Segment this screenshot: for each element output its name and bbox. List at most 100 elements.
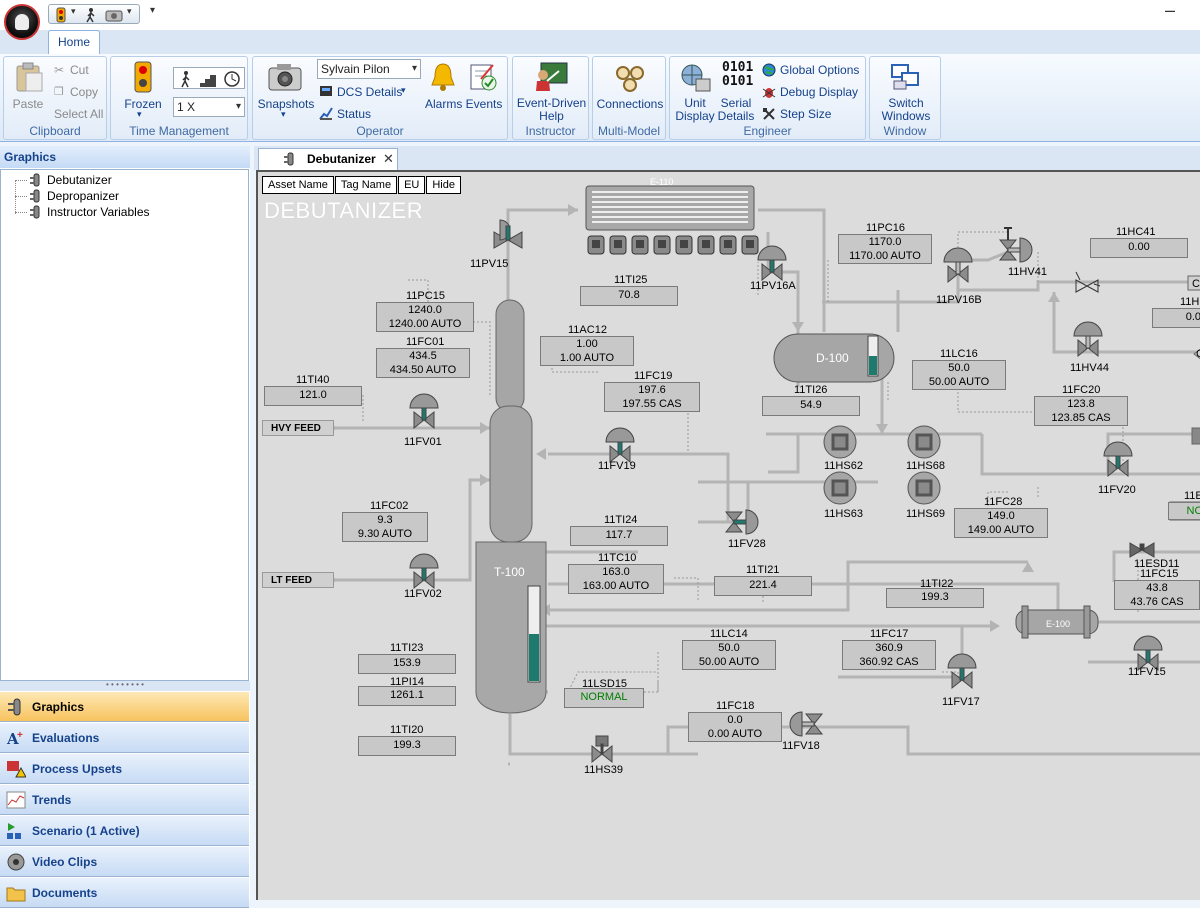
minimize-button[interactable]: – [1140, 0, 1200, 28]
motor-tag[interactable]: 11HS62 [824, 460, 863, 472]
valve-tag[interactable]: 11FV18 [782, 740, 820, 752]
hide-button[interactable]: Hide [426, 176, 461, 194]
valve-tag[interactable]: 11FV17 [942, 696, 980, 708]
nav-trends[interactable]: Trends [0, 785, 249, 815]
stairs-icon[interactable] [199, 70, 217, 88]
point-faceplate[interactable]: 123.8 123.85 CAS [1034, 396, 1128, 426]
valve-tag[interactable]: 11FV19 [598, 460, 636, 472]
traffic-light-icon[interactable] [53, 7, 69, 23]
point-value[interactable]: 121.0 [264, 386, 362, 406]
valve-tag[interactable]: 11PV15 [470, 258, 508, 270]
chevron-down-icon[interactable]: ▾ [127, 6, 132, 17]
tree-item-depropanizer[interactable]: Depropanizer [15, 188, 119, 204]
motor-tag[interactable]: 11HS63 [824, 508, 863, 520]
dcs-details-button[interactable]: DCS Details [337, 85, 402, 99]
point-value[interactable]: 70.8 [580, 286, 678, 306]
point-value[interactable]: 199.3 [358, 736, 456, 756]
camera-icon[interactable] [105, 7, 123, 23]
select-all-button[interactable]: Select All [54, 107, 103, 121]
valve-tag[interactable]: 11HV44 [1070, 362, 1109, 374]
events-button[interactable]: Events [465, 97, 503, 111]
point-faceplate[interactable]: 197.6 197.55 CAS [604, 382, 700, 412]
point-faceplate[interactable]: 1170.0 1170.00 AUTO [838, 234, 932, 264]
event-driven-help-button[interactable]: Event-Driven Help [515, 97, 588, 123]
panel-splitter[interactable]: • • • • • • • • [0, 681, 250, 691]
user-select[interactable]: Sylvain Pilon [317, 59, 421, 79]
unit-display-button[interactable]: Unit Display [674, 97, 716, 123]
global-options-button[interactable]: Global Options [780, 63, 859, 77]
debug-display-button[interactable]: Debug Display [780, 85, 858, 99]
motor-tag[interactable]: 11HS69 [906, 508, 945, 520]
switch-windows-button[interactable]: Switch Windows [872, 97, 940, 123]
point-faceplate[interactable]: 163.0 163.00 AUTO [568, 564, 664, 594]
valve-tag[interactable]: 11HV41 [1008, 266, 1047, 278]
valve-tag[interactable]: 11FV01 [404, 436, 442, 448]
tab-debutanizer[interactable]: Debutanizer ✕ [258, 148, 398, 170]
point-faceplate[interactable]: 50.0 50.00 AUTO [912, 360, 1006, 390]
point-value[interactable]: 199.3 [886, 588, 984, 608]
close-icon[interactable]: ✕ [383, 149, 394, 169]
point-faceplate[interactable]: 149.0 149.00 AUTO [954, 508, 1048, 538]
valve-tag[interactable]: 11HS39 [584, 764, 623, 776]
frozen-button[interactable]: Frozen [123, 97, 163, 111]
status-button[interactable]: Status [337, 107, 371, 121]
point-value[interactable]: 221.4 [714, 576, 812, 596]
point-faceplate[interactable]: 50.0 50.00 AUTO [682, 640, 776, 670]
point-value[interactable]: 153.9 [358, 654, 456, 674]
asset-name-button[interactable]: Asset Name [262, 176, 334, 194]
motor-tag[interactable]: 11HS68 [906, 460, 945, 472]
eu-button[interactable]: EU [398, 176, 426, 194]
alarms-button[interactable]: Alarms [425, 97, 462, 111]
nav-process-upsets[interactable]: Process Upsets [0, 754, 249, 784]
cut-button[interactable]: Cut [70, 63, 89, 77]
point-value[interactable]: 54.9 [762, 396, 860, 416]
point-faceplate[interactable]: 1.00 1.00 AUTO [540, 336, 634, 366]
point-faceplate[interactable]: 9.3 9.30 AUTO [342, 512, 428, 542]
column-t100[interactable] [475, 299, 547, 714]
valve-tag[interactable]: 11PV16B [936, 294, 982, 306]
valve-tag[interactable]: 11FV20 [1098, 484, 1136, 496]
tag-name-button[interactable]: Tag Name [334, 176, 398, 194]
point-faceplate[interactable]: 1240.0 1240.00 AUTO [376, 302, 474, 332]
point-faceplate[interactable]: 360.9 360.92 CAS [842, 640, 936, 670]
connections-button[interactable]: Connections [595, 97, 665, 111]
chevron-down-icon[interactable]: ▾ [281, 109, 286, 120]
qat-group[interactable]: ▾ ▾ [48, 4, 140, 24]
point-faceplate[interactable]: 0.0 0.00 AUTO [688, 712, 782, 742]
walk-icon[interactable] [177, 70, 195, 88]
point-value[interactable]: 117.7 [570, 526, 668, 546]
status-value[interactable]: NORMAL [564, 688, 644, 708]
tree-item-instructor-variables[interactable]: Instructor Variables [15, 204, 150, 220]
point-value[interactable]: 0.00 [1090, 238, 1188, 258]
edge-value[interactable]: 0.0 [1152, 308, 1200, 328]
nav-evaluations[interactable]: A + Evaluations [0, 723, 249, 753]
chevron-down-icon[interactable]: ▾ [137, 109, 142, 120]
nav-graphics[interactable]: Graphics [0, 692, 249, 722]
tab-home[interactable]: Home [48, 30, 100, 54]
paste-button[interactable]: Paste [8, 97, 48, 111]
customize-qat-icon[interactable]: ▾ [150, 5, 155, 16]
valve-tag[interactable]: 11FV28 [728, 538, 766, 550]
chevron-down-icon[interactable]: ▾ [71, 6, 76, 17]
application-orb[interactable] [4, 4, 40, 40]
valve-tag[interactable]: 11FV15 [1128, 666, 1166, 678]
speed-select[interactable]: 1 X [173, 97, 245, 117]
valve-tag[interactable]: 11FV02 [404, 588, 442, 600]
point-faceplate[interactable]: 43.8 43.76 CAS [1114, 580, 1200, 610]
exchanger-e110[interactable] [585, 185, 759, 255]
walk-icon[interactable] [83, 7, 99, 23]
clock-icon[interactable] [223, 70, 241, 88]
edge-status[interactable]: NO [1168, 502, 1200, 520]
snapshots-button[interactable]: Snapshots [257, 97, 315, 111]
chevron-down-icon[interactable]: ▾ [401, 85, 406, 96]
valve-tag[interactable]: 11PV16A [750, 280, 796, 292]
tree-item-debutanizer[interactable]: Debutanizer [15, 172, 112, 188]
nav-documents[interactable]: Documents [0, 878, 249, 908]
point-value[interactable]: 1261.1 [358, 686, 456, 706]
copy-button[interactable]: Copy [70, 85, 98, 99]
point-faceplate[interactable]: 434.5 434.50 AUTO [376, 348, 470, 378]
serial-details-button[interactable]: Serial Details [716, 97, 756, 123]
nav-video-clips[interactable]: Video Clips [0, 847, 249, 877]
step-size-button[interactable]: Step Size [780, 107, 831, 121]
nav-scenario[interactable]: Scenario (1 Active) [0, 816, 249, 846]
